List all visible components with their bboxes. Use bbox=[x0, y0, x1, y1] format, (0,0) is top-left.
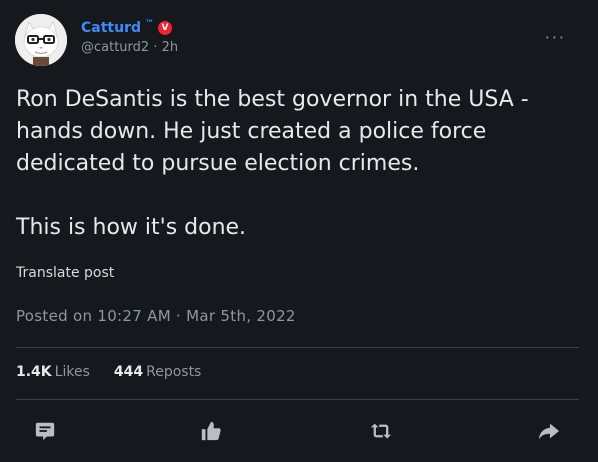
repost-icon bbox=[370, 423, 392, 439]
repost-button[interactable] bbox=[364, 414, 398, 448]
reposts-count: 444 bbox=[113, 364, 144, 380]
post-paragraph: This is how it's done. bbox=[16, 215, 247, 240]
trademark-mark: ™ bbox=[145, 19, 154, 29]
comment-button[interactable] bbox=[28, 414, 62, 448]
reposts-label: Reposts bbox=[146, 364, 202, 380]
divider bbox=[16, 399, 579, 400]
reposts-stat[interactable]: 444 Reposts bbox=[114, 364, 201, 380]
time-ago[interactable]: 2h bbox=[162, 40, 179, 55]
post-timestamp[interactable]: Posted on 10:27 AM · Mar 5th, 2022 bbox=[16, 307, 296, 325]
more-options-button[interactable]: ··· bbox=[545, 28, 566, 47]
post-paragraph: Ron DeSantis is the best governor in the… bbox=[16, 87, 529, 176]
share-icon bbox=[538, 423, 560, 440]
name-row: Catturd ™ V bbox=[81, 18, 178, 38]
avatar[interactable] bbox=[15, 14, 67, 66]
post-text: Ron DeSantis is the best governor in the… bbox=[16, 84, 576, 244]
like-button[interactable] bbox=[194, 414, 228, 448]
meta-separator: · bbox=[153, 40, 158, 55]
divider bbox=[16, 347, 579, 348]
post-card: Catturd ™ V @catturd2 · 2h ··· Ron DeSan… bbox=[0, 0, 598, 462]
cat-avatar-icon bbox=[15, 14, 67, 66]
verified-badge-icon: V bbox=[158, 21, 172, 35]
comment-icon bbox=[35, 422, 55, 441]
display-name[interactable]: Catturd bbox=[81, 18, 141, 38]
likes-label: Likes bbox=[54, 364, 90, 380]
translate-post-link[interactable]: Translate post bbox=[16, 265, 114, 281]
engagement-stats: 1.4K Likes 444 Reposts bbox=[16, 364, 201, 380]
like-icon bbox=[201, 421, 221, 441]
handle[interactable]: @catturd2 bbox=[81, 40, 149, 55]
action-bar bbox=[0, 414, 598, 448]
share-button[interactable] bbox=[532, 414, 566, 448]
meta-row: @catturd2 · 2h bbox=[81, 38, 178, 58]
likes-count: 1.4K bbox=[16, 364, 52, 380]
author-block: Catturd ™ V @catturd2 · 2h bbox=[81, 18, 178, 58]
likes-stat[interactable]: 1.4K Likes bbox=[16, 364, 90, 380]
